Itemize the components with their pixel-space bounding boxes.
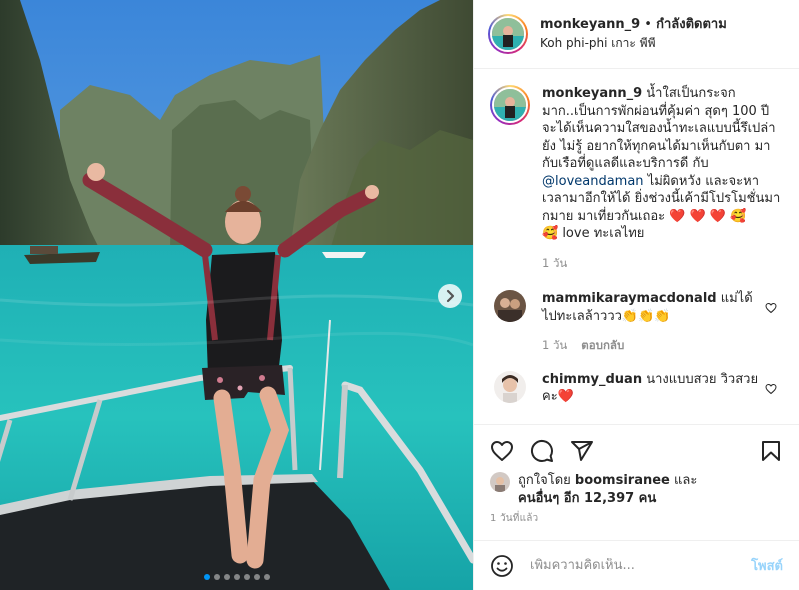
add-comment-bar: โพสต์ bbox=[474, 540, 799, 590]
carousel-dots bbox=[0, 574, 473, 580]
carousel-dot bbox=[213, 574, 220, 580]
post-comment-button[interactable]: โพสต์ bbox=[751, 555, 783, 576]
commenter-avatar-image bbox=[494, 370, 526, 403]
post-side-panel: monkeyann_9 • กำลังติดตาม Koh phi-phi เก… bbox=[473, 0, 799, 590]
commenter-avatar[interactable] bbox=[494, 370, 526, 403]
profile-avatar-image bbox=[492, 18, 524, 50]
heart-emoji: ❤️ bbox=[557, 389, 574, 404]
post-timestamp[interactable]: 1 วันที่แล้ว bbox=[474, 512, 799, 540]
liker-avatar[interactable] bbox=[490, 472, 510, 492]
caption-avatar[interactable] bbox=[490, 85, 530, 125]
liker-avatar-image bbox=[490, 472, 510, 492]
like-comment-heart-icon[interactable] bbox=[765, 302, 777, 314]
comment-age[interactable]: 1 วัน bbox=[542, 337, 567, 355]
carousel-dot bbox=[253, 574, 260, 580]
instagram-post: monkeyann_9 • กำลังติดตาม Koh phi-phi เก… bbox=[0, 0, 799, 590]
commenter-avatar-image bbox=[494, 290, 526, 322]
caption-age[interactable]: 1 วัน bbox=[542, 255, 567, 273]
chevron-right-icon bbox=[446, 289, 455, 303]
avatar[interactable] bbox=[488, 14, 528, 54]
like-heart-icon[interactable] bbox=[490, 439, 514, 463]
smiling-hearts-emoji: 🥰 bbox=[730, 208, 747, 224]
profile-avatar-image bbox=[494, 89, 526, 121]
likes-summary: ถูกใจโดย boomsiranee และ คนอื่นๆ อีก 12,… bbox=[474, 466, 799, 512]
action-bar bbox=[474, 424, 799, 466]
beach-photo-scene bbox=[0, 0, 473, 590]
caption: monkeyann_9 น้ำใสเป็นกระจกมาก..เป็นการพั… bbox=[490, 85, 783, 272]
post-photo[interactable] bbox=[0, 0, 473, 590]
comment-item: chimmy_duan นางแบบสวย วิวสวยคะ❤️ bbox=[490, 370, 783, 406]
caption-text-3: love ทะเลไทย bbox=[558, 226, 645, 241]
carousel-dot-active bbox=[203, 574, 210, 580]
liked-by-prefix: ถูกใจโดย bbox=[518, 473, 575, 488]
caption-username[interactable]: monkeyann_9 bbox=[542, 86, 642, 101]
post-header: monkeyann_9 • กำลังติดตาม Koh phi-phi เก… bbox=[474, 0, 799, 69]
others-likes-link[interactable]: คนอื่นๆ อีก 12,397 คน bbox=[518, 491, 656, 506]
location-link[interactable]: Koh phi-phi เกาะ พีพี bbox=[540, 34, 727, 52]
comment-input[interactable] bbox=[530, 558, 752, 573]
reply-button[interactable]: ตอบกลับ bbox=[581, 337, 624, 355]
liker-username[interactable]: boomsiranee bbox=[575, 473, 670, 488]
smiling-hearts-emoji-2: 🥰 bbox=[542, 226, 559, 241]
carousel-dot bbox=[263, 574, 270, 580]
comment-username[interactable]: mammikaraymacdonald bbox=[542, 291, 717, 306]
heart-emojis: ❤️ ❤️ ❤️ bbox=[669, 208, 727, 224]
comments-list[interactable]: monkeyann_9 น้ำใสเป็นกระจกมาก..เป็นการพั… bbox=[474, 69, 799, 424]
caption-mention-link[interactable]: @loveandaman bbox=[542, 174, 644, 189]
header-username[interactable]: monkeyann_9 bbox=[540, 17, 640, 32]
carousel-dot bbox=[243, 574, 250, 580]
comment-username[interactable]: chimmy_duan bbox=[542, 372, 642, 387]
header-separator: • bbox=[644, 17, 652, 32]
commenter-avatar[interactable] bbox=[494, 290, 526, 322]
comment-bubble-icon[interactable] bbox=[530, 439, 554, 463]
like-comment-heart-icon[interactable] bbox=[765, 383, 777, 395]
next-slide-button[interactable] bbox=[438, 284, 462, 308]
emoji-smile-icon[interactable] bbox=[490, 554, 514, 578]
carousel-dot bbox=[223, 574, 230, 580]
carousel-dot bbox=[233, 574, 240, 580]
comment-item: mammikaraymacdonald แม่ได้ไปทะเลล้าววว👏👏… bbox=[490, 290, 783, 355]
share-paper-plane-icon[interactable] bbox=[570, 439, 594, 463]
following-button[interactable]: กำลังติดตาม bbox=[656, 17, 727, 32]
liked-by-middle: และ bbox=[669, 473, 698, 488]
clap-emojis: 👏👏👏 bbox=[621, 308, 671, 324]
save-bookmark-icon[interactable] bbox=[759, 439, 783, 463]
